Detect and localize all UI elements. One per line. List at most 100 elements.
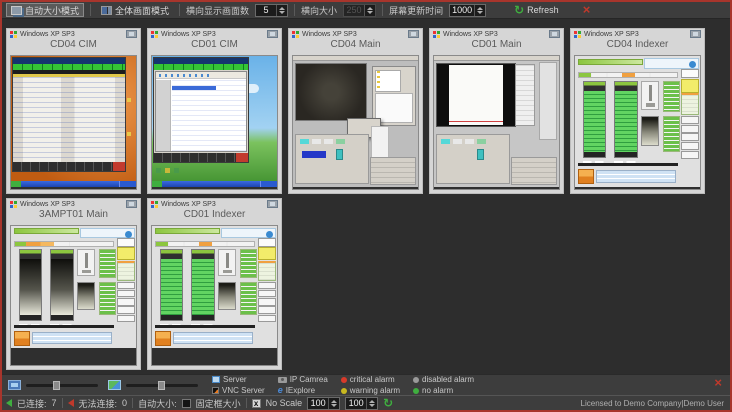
horizontal-count-spinner[interactable]: 5 — [255, 4, 288, 17]
robot-arm-graphic — [641, 81, 659, 110]
thumbnail-header: Windows XP SP3 — [148, 29, 281, 39]
gradient-gauge — [641, 116, 659, 146]
thumbnail-monitor-icon[interactable] — [690, 30, 701, 38]
log-rows — [32, 332, 112, 344]
green-status-bar — [578, 59, 643, 65]
legend-critical-alarm: critical alarm — [341, 375, 400, 384]
spinner-up-icon[interactable] — [331, 400, 337, 403]
thumbnail-screenshot[interactable] — [574, 55, 701, 190]
windows-logo-icon — [10, 31, 17, 38]
spinner-arrows[interactable] — [474, 5, 485, 16]
gauge-column-right — [50, 249, 74, 321]
machine-thumbnail-cd01-cim[interactable]: Windows XP SP3 CD01 CIM — [147, 28, 282, 194]
machine-thumbnail-cd04-indexer[interactable]: Windows XP SP3 CD04 Indexer — [570, 28, 705, 194]
zoom-y-spinner[interactable]: 100 — [345, 397, 378, 410]
spinner-arrows[interactable] — [366, 398, 377, 409]
legend-column: critical alarm warning alarm — [341, 375, 400, 395]
thumbnail-screenshot[interactable] — [292, 55, 419, 190]
machine-thumbnail-cd04-main[interactable]: Windows XP SP3 CD04 Main — [288, 28, 423, 194]
port-list-right — [614, 81, 638, 158]
thumbnail-screenshot[interactable] — [10, 55, 137, 190]
divider-bar — [578, 163, 678, 166]
size-slider[interactable] — [26, 384, 98, 387]
spinner-down-icon[interactable] — [477, 11, 483, 14]
thumbnail-title: CD01 Main — [430, 39, 563, 53]
slider-knob[interactable] — [158, 381, 165, 390]
horizontal-count-label: 横向显示画面数 — [186, 4, 249, 17]
spinner-arrows[interactable] — [328, 398, 339, 409]
windows-logo-icon — [433, 31, 440, 38]
thumbnail-screenshot[interactable] — [151, 55, 278, 190]
refresh-button[interactable]: ↻ Refresh — [510, 3, 563, 17]
spinner-up-icon[interactable] — [279, 7, 285, 10]
cim-app-window — [153, 57, 249, 163]
info-panel — [644, 58, 699, 69]
port-list-rows — [584, 91, 606, 152]
divider-bar — [14, 325, 114, 328]
reset-button — [258, 298, 276, 306]
machine-thumbnail-cd04-cim[interactable]: Windows XP SP3 CD04 CIM — [6, 28, 141, 194]
thumbnail-monitor-icon[interactable] — [267, 30, 278, 38]
spinner-up-icon[interactable] — [369, 400, 375, 403]
horizontal-size-label: 横向大小 — [301, 4, 337, 17]
thumbnail-screenshot[interactable] — [10, 225, 137, 366]
thumbnail-monitor-icon[interactable] — [267, 200, 278, 208]
full-view-label: 全体画面模式 — [115, 4, 169, 17]
legend-column: IP Camrea eIExplore — [278, 375, 328, 395]
refresh-label: Refresh — [527, 5, 559, 15]
thumbnail-monitor-icon[interactable] — [408, 30, 419, 38]
refresh-interval-spinner[interactable]: 1000 — [449, 4, 486, 17]
reset-button — [681, 133, 699, 141]
status-refresh-icon[interactable]: ↻ — [383, 398, 393, 408]
toolbar-close-icon[interactable]: × — [583, 5, 591, 15]
full-view-mode-button[interactable]: 全体画面模式 — [97, 3, 173, 17]
port-list-left — [583, 81, 607, 158]
wafer-camera-view — [295, 63, 367, 121]
machine-thumbnail-3ampt01-main[interactable]: Windows XP SP3 3AMPT01 Main — [6, 198, 141, 370]
machine-thumbnail-cd01-indexer[interactable]: Windows XP SP3 CD01 Indexer — [147, 198, 282, 370]
port-list-rows — [615, 91, 637, 152]
slider-knob[interactable] — [53, 381, 60, 390]
fixed-size-checkbox[interactable] — [182, 399, 191, 408]
thumbnail-os-label: Windows XP SP3 — [443, 31, 546, 38]
app-titlebar — [434, 56, 559, 61]
thumbnail-monitor-icon[interactable] — [126, 30, 137, 38]
zoom-y-value: 100 — [346, 398, 366, 409]
explorer-selected-row — [172, 86, 216, 90]
disconnected-count: 0 — [122, 398, 127, 408]
thumbnail-screenshot[interactable] — [433, 55, 560, 190]
spinner-down-icon[interactable] — [369, 404, 375, 407]
auto-size-mode-button[interactable]: 自动大小模式 — [6, 3, 84, 17]
port-list-header — [192, 250, 214, 258]
divider-bar — [155, 325, 255, 328]
spinner-down-icon[interactable] — [331, 404, 337, 407]
buzzer-off-button — [681, 116, 699, 124]
gauge-header — [51, 250, 73, 258]
port-list-header — [584, 82, 606, 91]
status-chips — [300, 139, 309, 144]
spinner-arrows[interactable] — [276, 5, 287, 16]
thumbnail-monitor-icon[interactable] — [549, 30, 560, 38]
no-scale-checkbox[interactable]: x — [252, 399, 261, 408]
disabled-alarm-icon — [413, 377, 419, 383]
zoom-x-spinner[interactable]: 100 — [307, 397, 340, 410]
spinner-up-icon[interactable] — [477, 7, 483, 10]
thumbnail-screenshot[interactable] — [151, 225, 278, 366]
file-explorer-window — [155, 71, 247, 152]
spinner-down-icon[interactable] — [279, 11, 285, 14]
legend-vnc-server: VNC Server — [212, 386, 265, 395]
reset-button — [117, 298, 135, 306]
cpu-message-button — [117, 290, 135, 298]
program-exit-button — [117, 315, 135, 323]
layout-slider[interactable] — [126, 384, 198, 387]
legend-label: critical alarm — [350, 375, 395, 384]
thumbnail-monitor-icon[interactable] — [126, 200, 137, 208]
status-separator — [132, 398, 133, 408]
thumbnail-header: Windows XP SP3 — [571, 29, 704, 39]
refresh-interval-value: 1000 — [450, 5, 474, 16]
legendbar-close-icon[interactable]: × — [714, 378, 722, 388]
robot-arm-graphic — [218, 249, 236, 276]
machine-thumbnail-cd01-main[interactable]: Windows XP SP3 CD01 Main — [429, 28, 564, 194]
thumbnail-header: Windows XP SP3 — [7, 29, 140, 39]
legend-label: VNC Server — [222, 386, 265, 395]
